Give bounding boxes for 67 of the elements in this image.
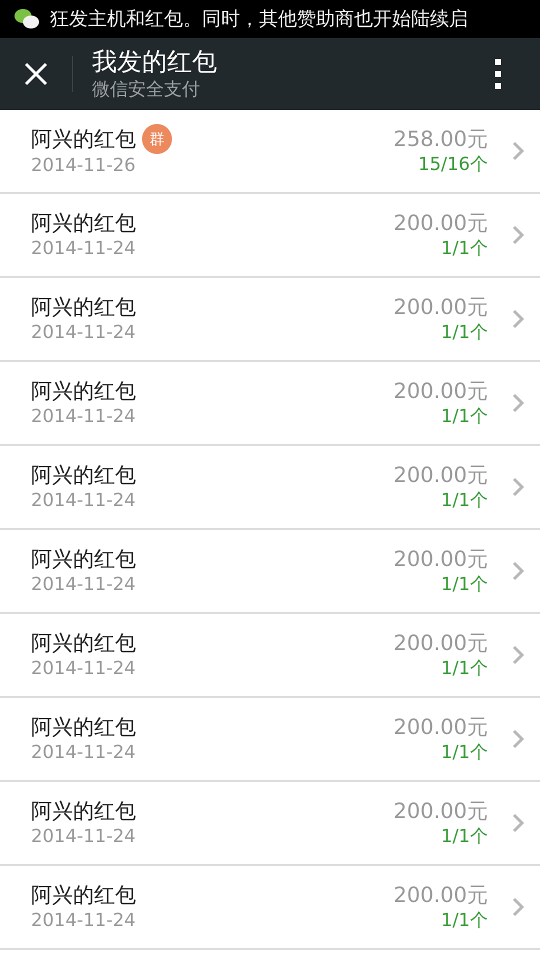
- packet-name: 阿兴的红包: [31, 210, 136, 237]
- gift-packet-row[interactable]: 阿兴的红包 2014-11-24 200.00元 1/1个: [0, 446, 540, 530]
- gift-packet-row[interactable]: 阿兴的红包 2014-11-24 200.00元 1/1个: [0, 362, 540, 446]
- packet-amount: 200.00元: [394, 294, 488, 321]
- group-badge: 群: [142, 124, 172, 154]
- packet-count: 15/16个: [418, 153, 488, 177]
- close-icon[interactable]: [24, 62, 48, 86]
- chevron-icon: [512, 477, 524, 497]
- packet-count: 1/1个: [441, 321, 488, 345]
- packet-amount: 200.00元: [394, 630, 488, 657]
- packet-date: 2014-11-24: [31, 237, 137, 261]
- chevron-icon: [512, 645, 524, 665]
- gift-packet-row[interactable]: 阿兴的红包 2014-11-24 200.00元 1/1个: [0, 782, 540, 866]
- packet-name: 阿兴的红包: [31, 546, 136, 573]
- packet-amount: 200.00元: [394, 714, 488, 741]
- packet-count: 1/1个: [441, 909, 488, 933]
- packet-date: 2014-11-24: [31, 573, 137, 597]
- gift-packet-row[interactable]: 阿兴的红包 2014-11-24 200.00元 1/1个: [0, 194, 540, 278]
- packet-name: 阿兴的红包: [31, 378, 136, 405]
- packet-count: 1/1个: [441, 489, 488, 513]
- gift-packet-row[interactable]: 阿兴的红包 2014-11-24 200.00元 1/1个: [0, 530, 540, 614]
- packet-amount: 200.00元: [394, 798, 488, 825]
- packet-name: 阿兴的红包: [31, 294, 136, 321]
- packet-count: 1/1个: [441, 237, 488, 261]
- packet-name: 阿兴的红包: [31, 126, 136, 153]
- packet-date: 2014-11-24: [31, 909, 137, 933]
- page-title: 我发的红包: [92, 46, 218, 78]
- chevron-icon: [512, 393, 524, 413]
- packet-name: 阿兴的红包: [31, 630, 136, 657]
- packet-date: 2014-11-26: [31, 154, 137, 178]
- packet-date: 2014-11-24: [31, 825, 137, 849]
- packet-date: 2014-11-24: [31, 405, 137, 429]
- chevron-icon: [512, 561, 524, 581]
- chevron-icon: [512, 813, 524, 833]
- packet-amount: 200.00元: [394, 546, 488, 573]
- packet-count: 1/1个: [441, 405, 488, 429]
- packet-count: 1/1个: [441, 657, 488, 681]
- more-menu-icon[interactable]: [495, 59, 501, 89]
- packet-count: 1/1个: [441, 825, 488, 849]
- packet-name: 阿兴的红包: [31, 882, 136, 909]
- packet-name: 阿兴的红包: [31, 462, 136, 489]
- chevron-icon: [512, 141, 524, 161]
- gift-packet-row[interactable]: 阿兴的红包 2014-11-24 200.00元 1/1个: [0, 278, 540, 362]
- packet-date: 2014-11-24: [31, 657, 137, 681]
- packet-name: 阿兴的红包: [31, 798, 136, 825]
- gift-packet-row[interactable]: 阿兴的红包 2014-11-24 200.00元 1/1个: [0, 614, 540, 698]
- chevron-icon: [512, 225, 524, 245]
- packet-date: 2014-11-24: [31, 321, 137, 345]
- chevron-icon: [512, 309, 524, 329]
- packet-name: 阿兴的红包: [31, 714, 136, 741]
- packet-amount: 200.00元: [394, 882, 488, 909]
- gift-packet-row[interactable]: 阿兴的红包 2014-11-24 200.00元 1/1个: [0, 698, 540, 782]
- chat-app-icon: [14, 8, 40, 30]
- packet-date: 2014-11-24: [31, 489, 137, 513]
- gift-packet-row[interactable]: 阿兴的红包 群 2014-11-26 258.00元 15/16个: [0, 110, 540, 194]
- gift-packet-row[interactable]: 阿兴的红包 2014-11-24 200.00元 1/1个: [0, 866, 540, 950]
- packet-count: 1/1个: [441, 741, 488, 765]
- packet-amount: 200.00元: [394, 462, 488, 489]
- chevron-icon: [512, 897, 524, 917]
- chevron-icon: [512, 729, 524, 749]
- packet-date: 2014-11-24: [31, 741, 137, 765]
- packet-amount: 258.00元: [394, 126, 488, 153]
- packet-count: 1/1个: [441, 573, 488, 597]
- notification-text: 狂发主机和红包。同时，其他赞助商也开始陆续启: [50, 7, 468, 32]
- page-subtitle: 微信安全支付: [92, 78, 201, 102]
- packet-amount: 200.00元: [394, 210, 488, 237]
- packet-amount: 200.00元: [394, 378, 488, 405]
